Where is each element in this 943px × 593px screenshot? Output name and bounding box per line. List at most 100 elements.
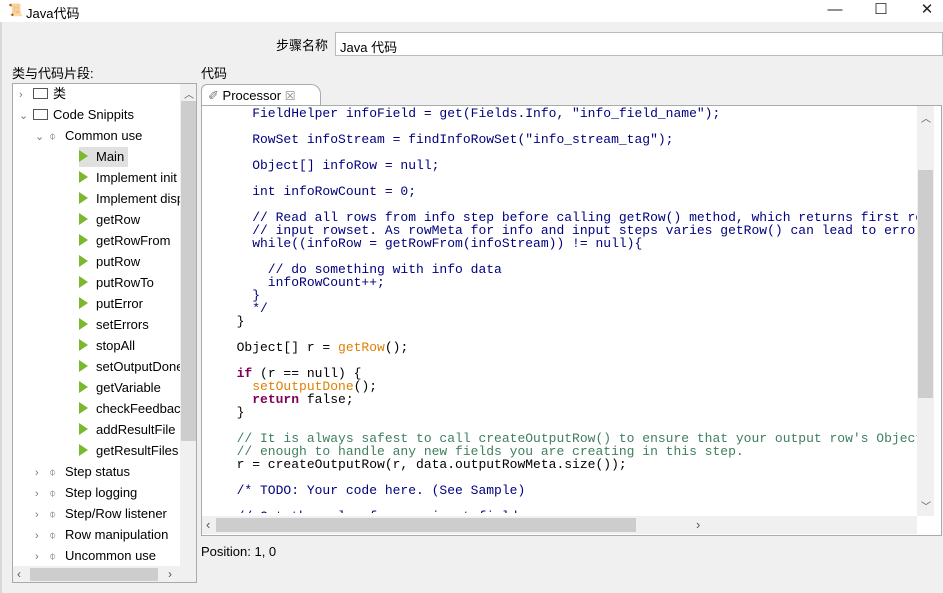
- code-editor: ✐ Processor ☒ FieldHelper infoField = ge…: [201, 84, 943, 536]
- scroll-right-icon[interactable]: ›: [168, 567, 172, 581]
- tree-item[interactable]: setErrors: [79, 315, 149, 335]
- code-token: /* TODO: Your code here. (See Sample): [221, 483, 526, 498]
- paperclip-icon: ⌽: [49, 507, 57, 521]
- tree-item-label: Common use: [65, 128, 143, 143]
- tree-item-label: getRow: [96, 212, 141, 227]
- tree-item-label: checkFeedback: [96, 401, 188, 416]
- minimize-button[interactable]: —: [812, 0, 858, 22]
- tree-item-label: Row manipulation: [65, 527, 169, 542]
- code-token: // Get the value from an input field: [221, 509, 518, 513]
- tree-vertical-scrollbar[interactable]: ︿: [180, 84, 196, 566]
- code-vertical-scrollbar[interactable]: ︿ ﹀: [917, 106, 934, 516]
- tree-item-label: Step/Row listener: [65, 506, 167, 521]
- tree-item[interactable]: Main: [79, 147, 129, 167]
- scrollbar-thumb[interactable]: [216, 518, 636, 532]
- code-token: ();: [384, 340, 409, 355]
- tree-item[interactable]: › ⌽ Uncommon use: [35, 546, 156, 566]
- scrollbar-thumb[interactable]: [30, 568, 158, 581]
- paperclip-icon: ⌽: [49, 528, 57, 542]
- code-line: r = createOutputRow(r, data.outputRowMet…: [221, 458, 917, 471]
- tree-item[interactable]: › ⌽ Step logging: [35, 483, 137, 503]
- chevron-right-icon[interactable]: ›: [35, 526, 49, 546]
- tree-item[interactable]: getRowFrom: [79, 231, 170, 251]
- tree-item-label: setErrors: [96, 317, 149, 332]
- close-button[interactable]: ✕: [904, 0, 943, 22]
- tree-item-label: putRow: [96, 254, 141, 269]
- cursor-position: Position: 1, 0: [201, 544, 277, 559]
- tree-item[interactable]: › 类: [19, 84, 66, 104]
- code-token: Object[] infoRow = null;: [221, 158, 440, 173]
- code-line: RowSet infoStream = findInfoRowSet("info…: [221, 133, 917, 146]
- tree-item[interactable]: stopAll: [79, 336, 135, 356]
- play-icon: [79, 444, 88, 456]
- tree-item[interactable]: setOutputDone: [79, 357, 183, 377]
- tree-item-label: Code Snippits: [53, 107, 134, 122]
- chevron-right-icon[interactable]: ›: [35, 547, 49, 567]
- tree-item[interactable]: putRow: [79, 252, 140, 272]
- tree-item[interactable]: › ⌽ Step/Row listener: [35, 504, 167, 524]
- scroll-down-icon[interactable]: ﹀: [921, 498, 931, 513]
- tree-item[interactable]: addResultFile: [79, 420, 176, 440]
- scroll-left-icon[interactable]: ‹: [17, 567, 21, 581]
- chevron-down-icon[interactable]: ⌄: [19, 106, 33, 126]
- folder-icon: [33, 88, 48, 99]
- play-icon: [79, 339, 88, 351]
- scrollbar-thumb[interactable]: [918, 170, 933, 398]
- scroll-left-icon[interactable]: ‹: [206, 517, 210, 532]
- step-name-input[interactable]: Java 代码: [335, 32, 943, 56]
- tree-item-label: Main: [96, 149, 125, 164]
- close-tab-icon[interactable]: ☒: [285, 89, 296, 103]
- tree-item-label: 类: [53, 86, 67, 101]
- snippet-tree[interactable]: › 类 ⌄ Code Snippits ⌄ ⌽ Common use Main Implemen…: [12, 83, 197, 583]
- scroll-up-icon[interactable]: ︿: [184, 86, 194, 101]
- scroll-right-icon[interactable]: ›: [696, 517, 700, 532]
- window-border: [0, 22, 2, 593]
- code-token: Object[] r =: [221, 340, 339, 355]
- tree-item-label: setOutputDone: [96, 359, 184, 374]
- code-token: getRow: [338, 340, 385, 355]
- tree-item-label: Step status: [65, 464, 131, 479]
- code-line: int infoRowCount = 0;: [221, 185, 917, 198]
- tree-item[interactable]: › ⌽ Step status: [35, 462, 130, 482]
- tree-item[interactable]: getVariable: [79, 378, 161, 398]
- tree-item[interactable]: Implement init: [79, 168, 177, 188]
- tree-item[interactable]: putError: [79, 294, 143, 314]
- code-line: }: [221, 315, 917, 328]
- tree-item[interactable]: ⌄ Code Snippits: [19, 105, 134, 125]
- snippets-label: 类与代码片段:: [12, 66, 94, 81]
- code-area[interactable]: FieldHelper infoField = get(Fields.Info,…: [201, 105, 942, 536]
- play-icon: [79, 255, 88, 267]
- chevron-right-icon[interactable]: ›: [35, 505, 49, 525]
- maximize-button[interactable]: ☐: [858, 0, 904, 22]
- chevron-right-icon[interactable]: ›: [35, 463, 49, 483]
- code-text[interactable]: FieldHelper infoField = get(Fields.Info,…: [221, 107, 917, 513]
- tree-item[interactable]: › ⌽ Row manipulation: [35, 525, 168, 545]
- scroll-up-icon[interactable]: ︿: [921, 110, 931, 125]
- tree-item[interactable]: putRowTo: [79, 273, 154, 293]
- play-icon: [79, 402, 88, 414]
- scrollbar-thumb[interactable]: [181, 101, 196, 441]
- play-icon: [79, 318, 88, 330]
- code-line: /* TODO: Your code here. (See Sample): [221, 484, 917, 497]
- tab-processor[interactable]: ✐ Processor ☒: [201, 84, 321, 106]
- script-icon: 📜: [8, 3, 23, 17]
- paperclip-icon: ⌽: [49, 486, 57, 500]
- chevron-down-icon[interactable]: ⌄: [35, 127, 49, 147]
- chevron-right-icon[interactable]: ›: [19, 85, 33, 105]
- tree-item[interactable]: ⌄ ⌽ Common use: [35, 126, 142, 146]
- code-token: }: [221, 405, 245, 420]
- code-horizontal-scrollbar[interactable]: ‹ ›: [202, 516, 917, 534]
- tree-item[interactable]: checkFeedback: [79, 399, 187, 419]
- code-line: Object[] infoRow = null;: [221, 159, 917, 172]
- tab-label: Processor: [222, 88, 282, 103]
- chevron-right-icon[interactable]: ›: [35, 484, 49, 504]
- title-bar: 📜 Java代码 — ☐ ✕: [0, 0, 943, 22]
- tree-item-label: getResultFiles: [96, 443, 179, 458]
- tree-item-label: stopAll: [96, 338, 136, 353]
- tree-item-label: addResultFile: [96, 422, 176, 437]
- code-label: 代码: [201, 66, 228, 81]
- tree-item[interactable]: getResultFiles: [79, 441, 178, 461]
- tree-horizontal-scrollbar[interactable]: ‹ ›: [13, 566, 196, 582]
- play-icon: [79, 381, 88, 393]
- tree-item[interactable]: getRow: [79, 210, 140, 230]
